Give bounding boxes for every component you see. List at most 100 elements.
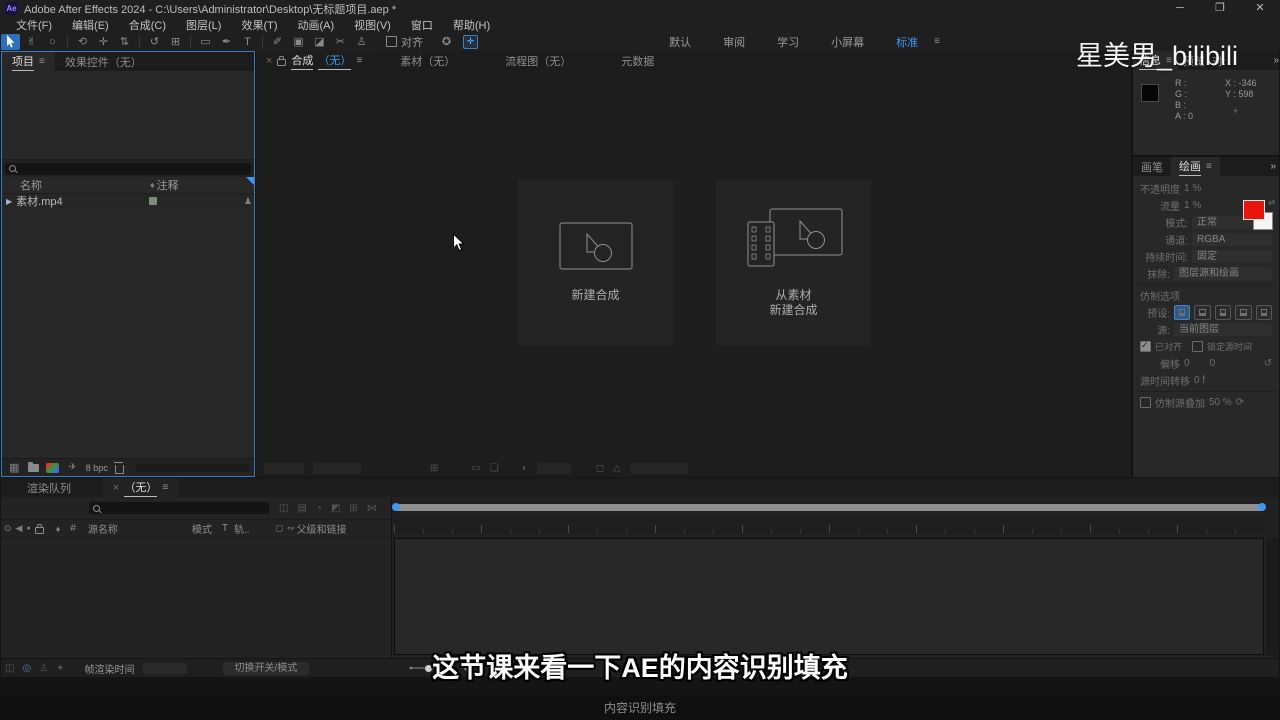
draft-3d-icon[interactable]: ▤ [297, 503, 306, 514]
erase-select[interactable]: 图层源和绘画 [1174, 267, 1272, 280]
menu-window[interactable]: 窗口 [401, 17, 443, 33]
dolly-camera-tool[interactable]: ⇅ [115, 34, 134, 50]
footage-play-icon[interactable]: ▶ [6, 197, 12, 206]
label-color-swatch[interactable] [148, 197, 157, 205]
pan-camera-tool[interactable]: ✛ [94, 34, 113, 50]
more-panels-icon[interactable]: » [1270, 161, 1276, 172]
tab-render-queue[interactable]: 渲染队列 [17, 478, 81, 497]
tab-paint[interactable]: 绘画 ≡ [1171, 157, 1220, 176]
tab-effect-controls[interactable]: 效果控件（无） [55, 52, 152, 71]
clone-preset-5[interactable] [1255, 305, 1273, 320]
clone-source-overlay-value[interactable]: 50 % [1209, 397, 1232, 408]
clone-stamp-tool[interactable]: ▣ [289, 34, 308, 50]
workspace-menu-icon[interactable]: ≡ [934, 36, 940, 47]
tag-icon[interactable]: ♦ [56, 524, 61, 534]
resolution-menu[interactable] [313, 463, 361, 474]
overlay-mode-icon[interactable]: ⟳ [1236, 397, 1244, 408]
fast-previews-icon[interactable]: △ [613, 463, 621, 474]
channels-select[interactable]: RGBA [1192, 233, 1272, 246]
tab-composition[interactable]: × 合成 （无） ≡ [256, 51, 373, 70]
workspace-learn[interactable]: 学习 [761, 34, 815, 50]
workspace-small-screen[interactable]: 小屏幕 [815, 34, 880, 50]
time-navigator-bar[interactable] [392, 503, 1266, 511]
duration-select[interactable]: 固定 [1192, 250, 1272, 263]
tab-timeline-comp[interactable]: × （无） ≡ [103, 478, 179, 497]
mask-rect-tool[interactable]: ▭ [196, 34, 215, 50]
more-panels-icon[interactable]: » [1273, 55, 1279, 66]
source-time-shift-value[interactable]: 0 f [1194, 375, 1205, 386]
motion-blur-icon[interactable]: ⊞ [349, 503, 357, 514]
timecode-box[interactable] [629, 463, 688, 474]
tab-footage[interactable]: 素材（无） [390, 51, 465, 70]
offset-x[interactable]: 0 [1184, 358, 1190, 369]
project-search-input[interactable] [5, 162, 251, 175]
menu-composition[interactable]: 合成(C) [119, 17, 176, 33]
pen-tool[interactable]: ✒ [217, 34, 236, 50]
aligned-checkbox[interactable] [1140, 340, 1151, 352]
menu-layer[interactable]: 图层(L) [176, 17, 231, 33]
menu-file[interactable]: 文件(F) [6, 17, 62, 33]
panel-menu-icon[interactable]: ≡ [39, 56, 45, 67]
workspace-default[interactable]: 默认 [653, 34, 707, 50]
column-number[interactable]: # [70, 523, 76, 534]
eraser-tool[interactable]: ◪ [310, 34, 329, 50]
puppet-pin-tool[interactable]: ♙ [352, 34, 371, 50]
tab-flowchart[interactable]: 流程图（无） [495, 51, 581, 70]
close-button[interactable]: ✕ [1240, 0, 1280, 17]
hide-shy-icon[interactable]: ◔ [316, 503, 322, 514]
pixel-aspect-icon[interactable]: ◻ [596, 463, 604, 474]
clone-preset-1[interactable] [1174, 305, 1191, 320]
magnification-menu[interactable] [264, 463, 304, 474]
clone-source-overlay-checkbox[interactable] [1140, 397, 1151, 408]
new-composition-icon[interactable] [46, 462, 60, 473]
pan-behind-tool[interactable]: ⊞ [166, 34, 185, 50]
clone-preset-4[interactable] [1235, 305, 1252, 320]
orbit-camera-tool[interactable]: ⟲ [73, 34, 92, 50]
tab-project[interactable]: 项目 ≡ [2, 52, 55, 71]
panel-menu-icon[interactable]: ≡ [356, 55, 362, 66]
snapping-icon[interactable]: ✛ [463, 34, 478, 49]
column-name[interactable]: 名称 [20, 177, 42, 193]
tab-brushes[interactable]: 画笔 [1133, 157, 1171, 176]
swap-colors-icon[interactable]: ⇄ [1268, 198, 1275, 207]
eye-icon[interactable]: ⊙ [4, 523, 12, 534]
roto-brush-tool[interactable]: ✂ [331, 34, 350, 50]
column-trkmat[interactable]: 轨.. [234, 521, 250, 536]
audio-icon[interactable]: ◀ [16, 523, 23, 534]
clone-preset-3[interactable] [1214, 305, 1232, 320]
render-settings-icon[interactable]: ✈ [68, 462, 76, 473]
frame-blend-icon[interactable]: ◩ [331, 503, 340, 514]
minimize-button[interactable]: ─ [1160, 0, 1200, 17]
zoom-tool[interactable]: ○ [43, 34, 62, 50]
lock-source-time-checkbox[interactable] [1192, 341, 1204, 352]
menu-view[interactable]: 视图(V) [344, 17, 401, 33]
project-item-row[interactable]: ▶ 素材.mp4 ♟ [2, 194, 254, 208]
horizontal-scrollbar[interactable] [134, 463, 249, 472]
source-select[interactable]: 当前图层 [1174, 323, 1272, 336]
workspace-standard[interactable]: 标准 [880, 34, 934, 50]
menu-edit[interactable]: 编辑(E) [62, 17, 119, 33]
region-of-interest-icon[interactable]: ❏ [490, 463, 499, 474]
column-t[interactable]: T [222, 523, 228, 534]
panel-menu-icon[interactable]: ≡ [162, 482, 168, 493]
panel-menu-icon[interactable]: ≡ [1206, 161, 1212, 172]
maximize-button[interactable]: ❐ [1200, 0, 1240, 17]
tab-close-icon[interactable]: × [113, 482, 119, 494]
safe-margins-icon[interactable]: ⊞ [430, 463, 438, 474]
timeline-search-input[interactable] [89, 502, 269, 514]
column-mode[interactable]: 模式 [192, 521, 212, 536]
workspace-review[interactable]: 审阅 [707, 34, 761, 50]
flow-value[interactable]: 1 % [1184, 200, 1201, 211]
rotation-tool[interactable]: ↺ [145, 34, 164, 50]
type-tool[interactable]: T [238, 34, 257, 50]
reset-icon[interactable]: ↺ [1264, 358, 1272, 369]
offset-y[interactable]: 0 [1210, 358, 1216, 369]
mini-flowchart-icon[interactable]: ◫ [279, 503, 288, 514]
camera-menu[interactable] [536, 463, 571, 474]
graph-editor-icon[interactable]: ⋈ [367, 503, 377, 514]
new-composition-from-footage-button[interactable]: 从素材 新建合成 [716, 180, 871, 345]
new-composition-button[interactable]: 新建合成 [518, 180, 673, 345]
column-comment[interactable]: 注释 [157, 177, 179, 193]
solo-icon[interactable]: ● [26, 525, 30, 532]
time-ruler[interactable] [394, 519, 1264, 533]
